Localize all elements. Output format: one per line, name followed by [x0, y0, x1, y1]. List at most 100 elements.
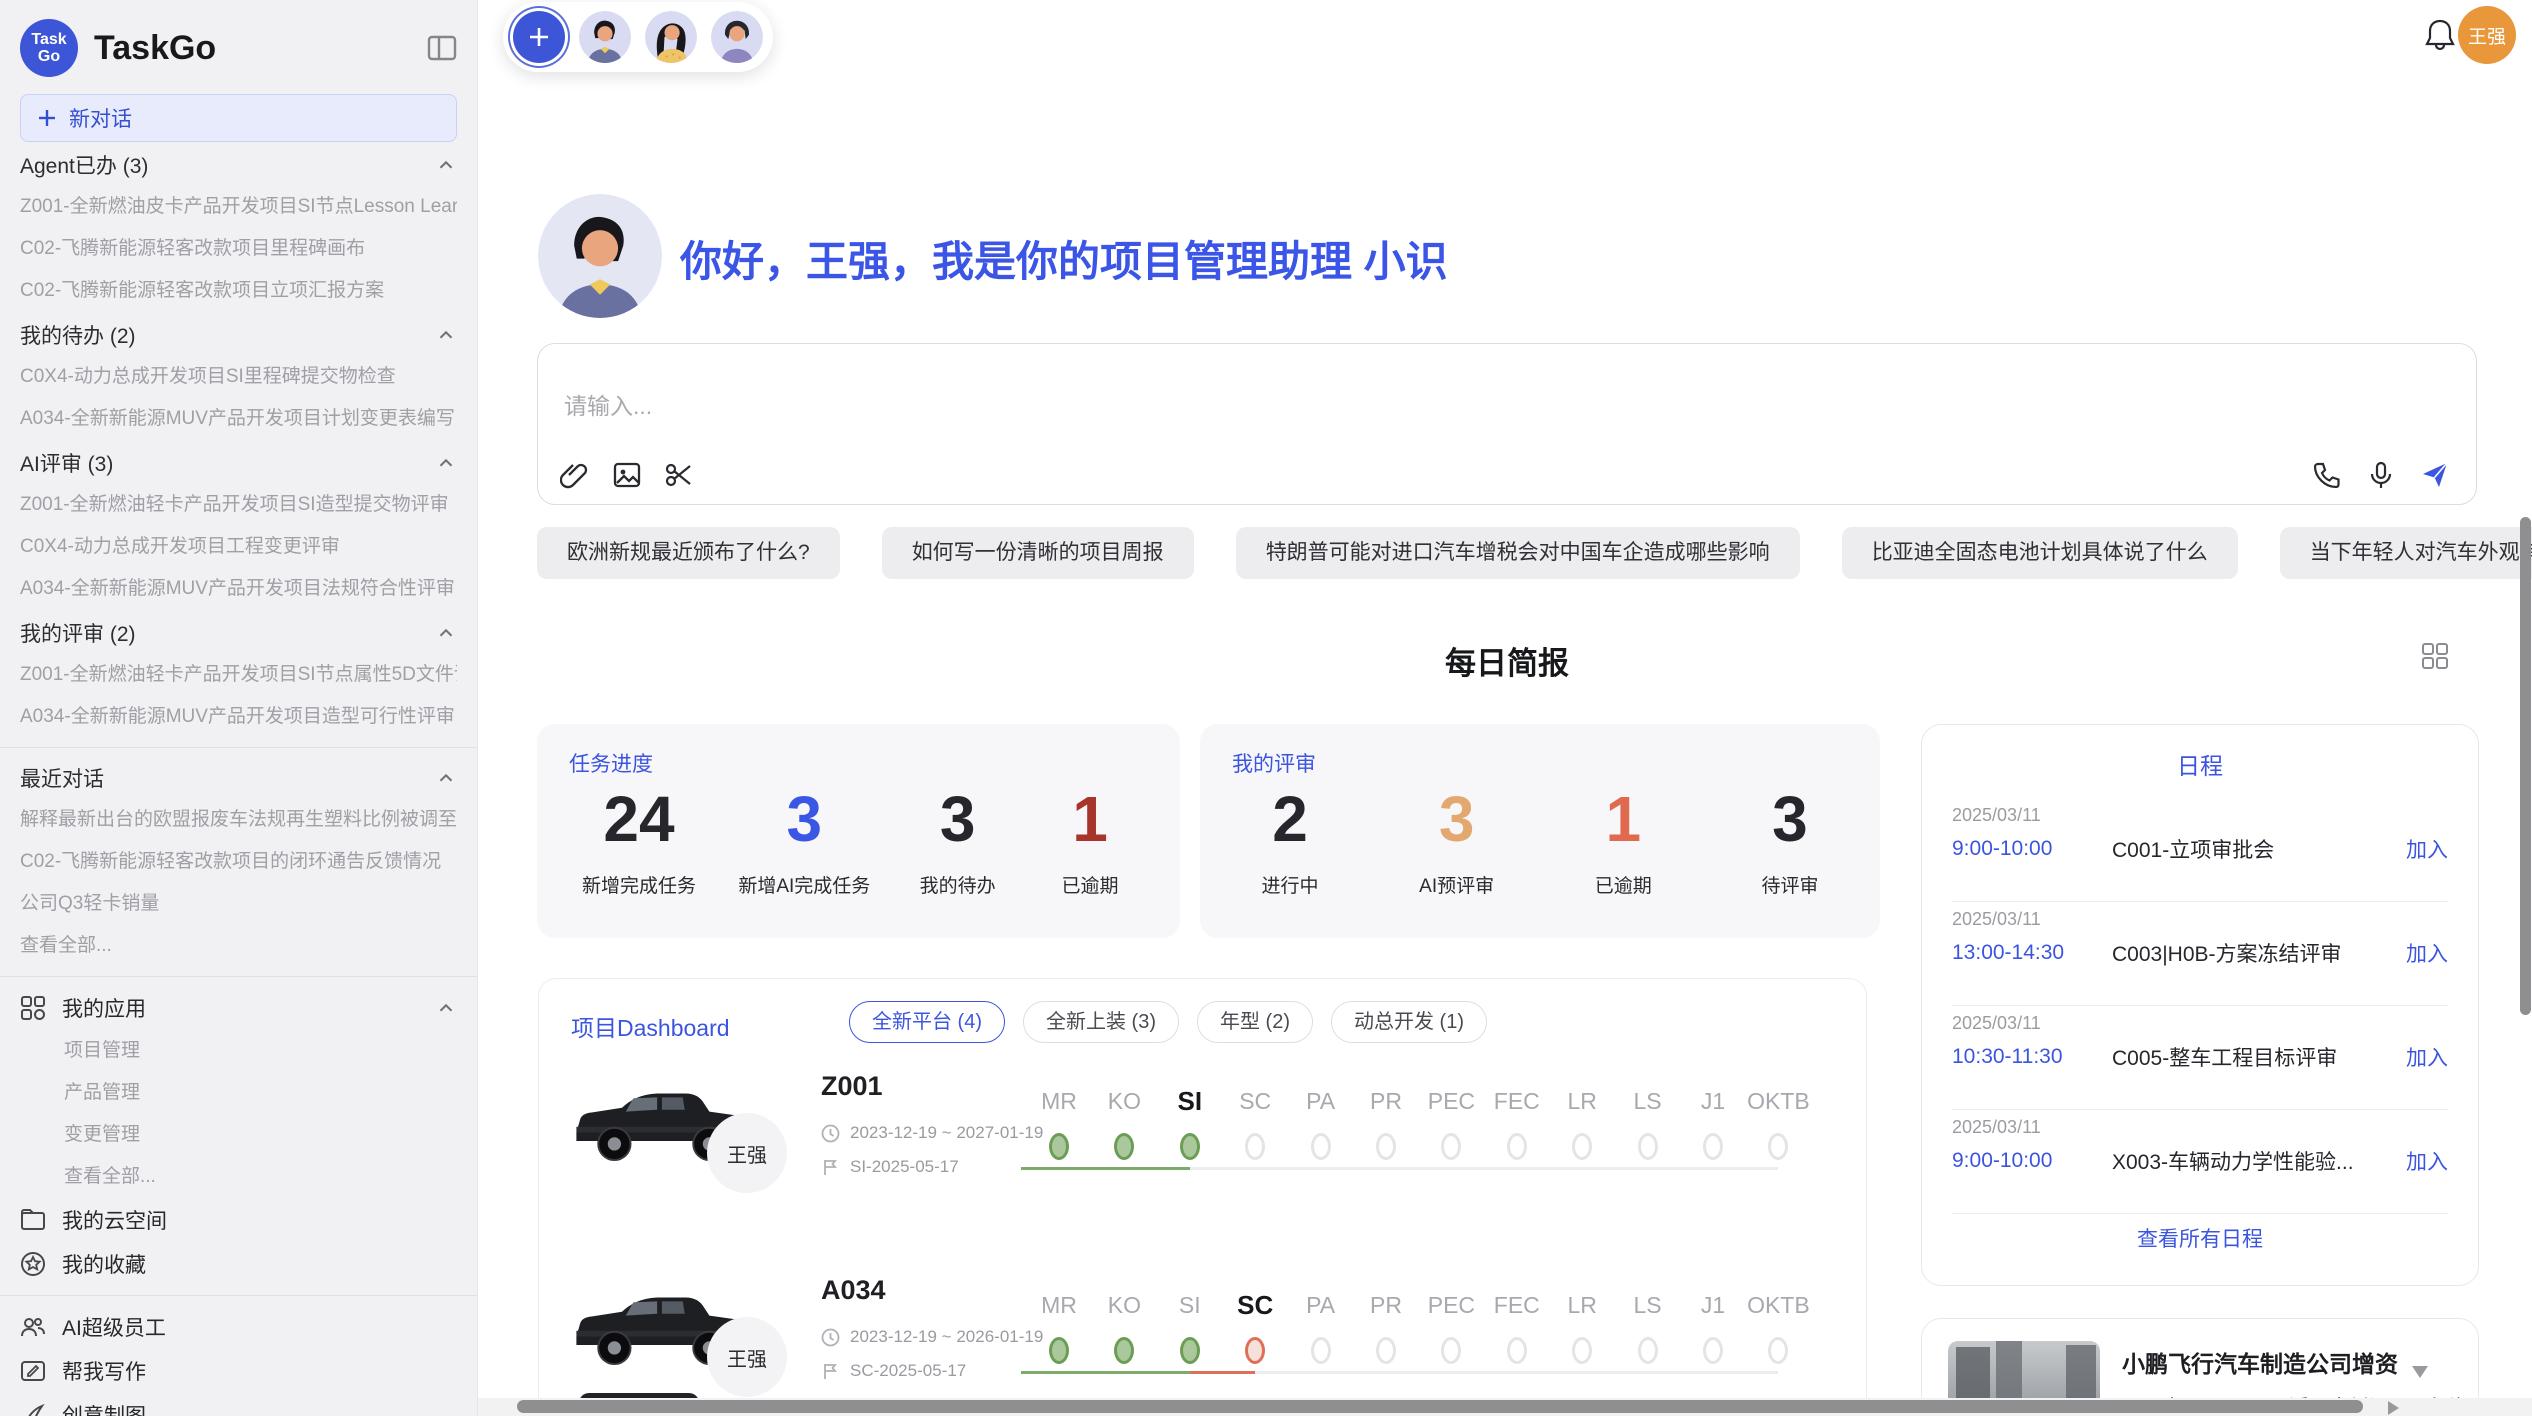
sidebar-task-item[interactable]: A034-全新新能源MUV产品开发项目法规符合性评审 — [20, 568, 457, 610]
horizontal-scrollbar-thumb[interactable] — [517, 1400, 2363, 1413]
project-code: A034 — [821, 1275, 886, 1306]
suggestion-chip[interactable]: 欧洲新规最近颁布了什么? — [537, 527, 840, 579]
milestone-lead-segment — [1021, 1167, 1059, 1170]
suggestion-chip[interactable]: 比亚迪全固态电池计划具体说了什么 — [1842, 527, 2238, 579]
schedule-date: 2025/03/11 — [1952, 1117, 2448, 1138]
user-avatar[interactable]: 王强 — [2458, 6, 2516, 64]
schedule-title: 日程 — [1922, 747, 2478, 781]
stat-label: 进行中 — [1245, 871, 1335, 898]
join-link[interactable]: 加入 — [2406, 1146, 2448, 1176]
recent-conversation-item[interactable]: 解释最新出台的欧盟报废车法规再生塑料比例被调至15%... — [20, 799, 457, 841]
sidebar-sections: Agent已办 (3) Z001-全新燃油皮卡产品开发项目SI节点Lesson L… — [20, 144, 457, 738]
milestone-dot — [1768, 1337, 1788, 1364]
milestone-stop[interactable]: OKTB — [1733, 1287, 1823, 1364]
dashboard-tab[interactable]: 年型 (2) — [1197, 1001, 1313, 1043]
assistant-avatar-man[interactable] — [579, 11, 631, 63]
message-input[interactable] — [562, 392, 1966, 421]
notifications-bell-icon[interactable] — [2424, 18, 2456, 52]
app-sub-item[interactable]: 变更管理 — [20, 1114, 457, 1156]
milestone-dot — [1180, 1133, 1200, 1160]
news-title: 小鹏飞行汽车制造公司增资 — [2122, 1345, 2398, 1379]
schedule-item-main: 9:00-10:00C001-立项审批会加入 — [1952, 834, 2448, 864]
recent-conversation-item[interactable]: 公司Q3轻卡销量 — [20, 883, 457, 925]
assistant-avatar-person[interactable] — [711, 11, 763, 63]
milestone-dot — [1572, 1337, 1592, 1364]
sidebar-item-storage-1[interactable]: 我的收藏 — [20, 1242, 457, 1286]
schedule-item: 2025/03/1110:30-11:30C005-整车工程目标评审加入 — [1952, 1013, 2448, 1072]
app-sub-item[interactable]: 项目管理 — [20, 1030, 457, 1072]
app-sub-item[interactable]: 查看全部... — [20, 1156, 457, 1198]
schedule-name: C001-立项审批会 — [2112, 834, 2406, 864]
milestone-dot — [1245, 1133, 1265, 1160]
chevron-up-icon — [435, 452, 457, 474]
chevron-up-icon — [435, 997, 457, 1019]
sidebar-task-item[interactable]: Z001-全新燃油皮卡产品开发项目SI节点Lesson Learn报告 — [20, 186, 457, 228]
new-chat-button[interactable]: 新对话 — [20, 94, 457, 142]
attachment-icon[interactable] — [560, 460, 590, 490]
sidebar-task-item[interactable]: C02-飞腾新能源轻客改款项目立项汇报方案 — [20, 270, 457, 312]
milestone-stop[interactable]: OKTB — [1733, 1083, 1823, 1160]
recent-conversation-item[interactable]: 查看全部... — [20, 925, 457, 967]
scissors-icon[interactable] — [664, 460, 694, 490]
schedule-card: 日程 2025/03/11 9:00-10:00C001-立项审批会加入 2025/… — [1921, 724, 2479, 1286]
layout-grid-icon[interactable] — [2421, 642, 2449, 670]
sidebar-task-item[interactable]: A034-全新新能源MUV产品开发项目计划变更表编写 — [20, 398, 457, 440]
dashboard-tab[interactable]: 全新上装 (3) — [1023, 1001, 1179, 1043]
join-link[interactable]: 加入 — [2406, 834, 2448, 864]
join-link[interactable]: 加入 — [2406, 938, 2448, 968]
sidebar-task-item[interactable]: C0X4-动力总成开发项目工程变更评审 — [20, 526, 457, 568]
scroll-down-arrow[interactable] — [2412, 1366, 2428, 1378]
dashboard-tab[interactable]: 动总开发 (1) — [1331, 1001, 1487, 1043]
app-title: TaskGo — [94, 29, 411, 68]
sidebar-item-tool-0[interactable]: AI超级员工 — [20, 1305, 457, 1349]
microphone-icon[interactable] — [2366, 460, 2396, 490]
collapse-sidebar-icon[interactable] — [427, 35, 457, 61]
sidebar-task-item[interactable]: Z001-全新燃油轻卡产品开发项目SI造型提交物评审 — [20, 484, 457, 526]
greeting-text: 你好，王强，我是你的项目管理助理 小识 — [680, 228, 1448, 289]
phone-call-icon[interactable] — [2312, 460, 2342, 490]
app-sub-item[interactable]: 产品管理 — [20, 1072, 457, 1114]
milestone-dot — [1768, 1133, 1788, 1160]
sidebar-task-item[interactable]: A034-全新新能源MUV产品开发项目造型可行性评审 — [20, 696, 457, 738]
sidebar-section-header[interactable]: AI评审 (3) — [20, 442, 457, 484]
sidebar-item-tool-1[interactable]: 帮我写作 — [20, 1349, 457, 1393]
schedule-date: 2025/03/11 — [1952, 909, 2448, 930]
suggestion-chip[interactable]: 特朗普可能对进口汽车增税会对中国车企造成哪些影响 — [1236, 527, 1800, 579]
sidebar-section-header[interactable]: Agent已办 (3) — [20, 144, 457, 186]
send-icon[interactable] — [2420, 460, 2450, 490]
sidebar-task-item[interactable]: C02-飞腾新能源轻客改款项目里程碑画布 — [20, 228, 457, 270]
milestone-dot — [1114, 1337, 1134, 1364]
stat-item: 1已逾期 — [1045, 786, 1135, 898]
suggestion-chip[interactable]: 如何写一份清晰的项目周报 — [882, 527, 1194, 579]
project-row: 王强A0342023-12-19 ~ 2026-01-19SC-2025-05-… — [539, 1261, 1867, 1416]
sidebar-item-my-apps[interactable]: 我的应用 — [20, 986, 457, 1030]
sidebar-section-header[interactable]: 我的待办 (2) — [20, 314, 457, 356]
join-link[interactable]: 加入 — [2406, 1042, 2448, 1072]
new-chat-label: 新对话 — [69, 103, 132, 133]
task-progress-card: 任务进度24新增完成任务3新增AI完成任务3我的待办1已逾期 — [537, 724, 1180, 938]
schedule-time: 10:30-11:30 — [1952, 1045, 2112, 1069]
plus-icon — [37, 108, 57, 128]
sidebar-item-tool-2[interactable]: 创意制图 — [20, 1393, 457, 1416]
stat-item: 3待评审 — [1745, 786, 1835, 898]
stat-item: 3新增AI完成任务 — [738, 786, 870, 898]
vertical-scrollbar-thumb[interactable] — [2520, 517, 2531, 1015]
stat-label: 待评审 — [1745, 871, 1835, 898]
composer-right-tools — [2312, 460, 2450, 490]
sidebar-task-item[interactable]: C0X4-动力总成开发项目SI里程碑提交物检查 — [20, 356, 457, 398]
dashboard-tab[interactable]: 全新平台 (4) — [849, 1001, 1005, 1043]
recent-conversation-item[interactable]: C02-飞腾新能源轻客改款项目的闭环通告反馈情况 — [20, 841, 457, 883]
suggestion-chip[interactable]: 当下年轻人对汽车外观有怎样的喜好趋势 — [2280, 527, 2532, 579]
milestone-dot — [1311, 1337, 1331, 1364]
new-session-button[interactable] — [513, 11, 565, 63]
sidebar-section-header[interactable]: 我的评审 (2) — [20, 612, 457, 654]
flag-icon — [821, 1362, 840, 1381]
assistant-avatar-woman[interactable] — [645, 11, 697, 63]
sidebar-task-item[interactable]: Z001-全新燃油轻卡产品开发项目SI节点属性5D文件评审 — [20, 654, 457, 696]
view-all-schedule-link[interactable]: 查看所有日程 — [1922, 1223, 2478, 1253]
image-icon[interactable] — [612, 460, 642, 490]
scroll-right-arrow[interactable] — [2388, 1401, 2399, 1415]
sidebar-item-storage-0[interactable]: 我的云空间 — [20, 1198, 457, 1242]
section-title: Agent已办 (3) — [20, 150, 148, 180]
recent-section-header[interactable]: 最近对话 — [20, 757, 457, 799]
